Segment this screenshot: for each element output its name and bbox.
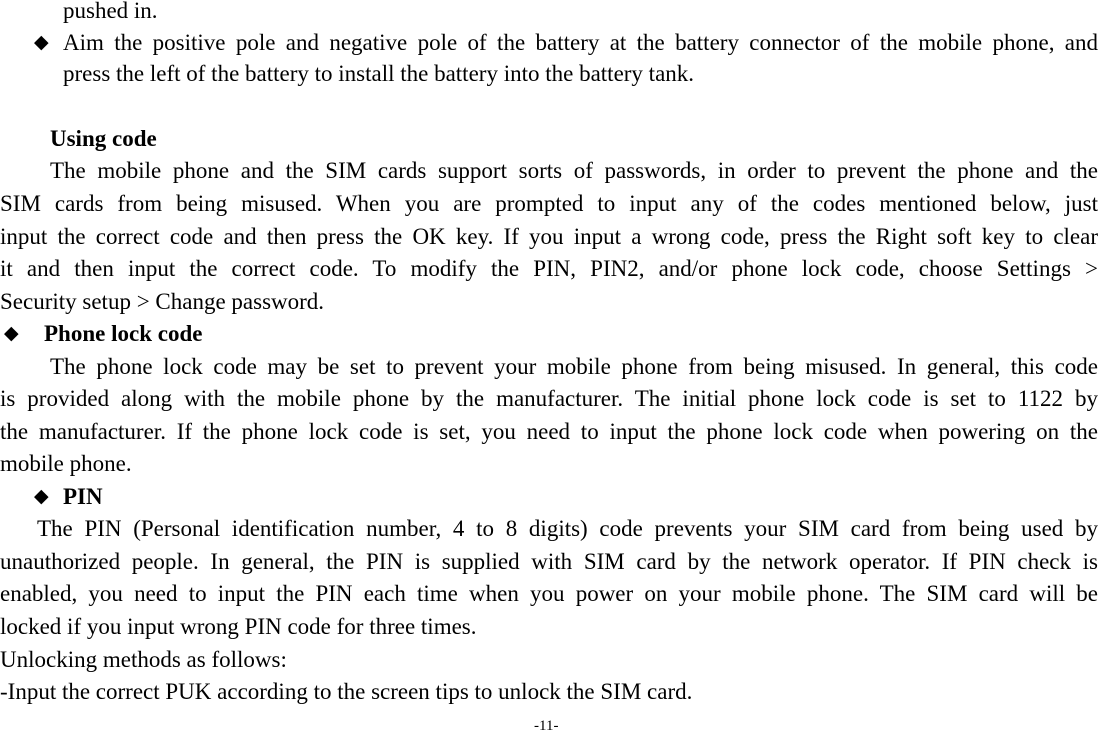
- paragraph-line: Unlocking methods as follows:: [0, 647, 287, 672]
- section-heading-phone-lock-code: Phone lock code: [44, 321, 203, 346]
- diamond-bullet-icon: ◆: [4, 323, 19, 344]
- paragraph-line: Security setup > Change password.: [0, 289, 325, 314]
- section-heading-pin: PIN: [63, 484, 103, 509]
- section-heading-using-code: Using code: [50, 126, 157, 151]
- page-number: -11-: [534, 718, 559, 734]
- paragraph-line: mobile phone.: [0, 451, 132, 476]
- paragraph-line: pushed in.: [63, 0, 158, 23]
- paragraph-line: the manufacturer. If the phone lock code…: [0, 419, 1098, 444]
- paragraph-line: is provided along with the mobile phone …: [0, 386, 1098, 411]
- paragraph-line: The mobile phone and the SIM cards suppo…: [50, 158, 1098, 183]
- diamond-bullet-icon: ◆: [34, 32, 49, 53]
- paragraph-line: it and then input the correct code. To m…: [0, 256, 1098, 281]
- paragraph-line: SIM cards from being misused. When you a…: [0, 191, 1098, 216]
- paragraph-line: unauthorized people. In general, the PIN…: [0, 549, 1098, 574]
- paragraph-line: The PIN (Personal identification number,…: [37, 516, 1098, 541]
- paragraph-line: The phone lock code may be set to preven…: [50, 354, 1098, 379]
- diamond-bullet-icon: ◆: [34, 486, 49, 507]
- paragraph-line: locked if you input wrong PIN code for t…: [0, 614, 477, 639]
- bullet-text-line: press the left of the battery to install…: [63, 61, 695, 86]
- paragraph-line: enabled, you need to input the PIN each …: [0, 581, 1098, 606]
- bullet-text-line: Aim the positive pole and negative pole …: [63, 30, 1098, 55]
- paragraph-line: input the correct code and then press th…: [0, 224, 1098, 249]
- paragraph-line: -Input the correct PUK according to the …: [0, 679, 693, 704]
